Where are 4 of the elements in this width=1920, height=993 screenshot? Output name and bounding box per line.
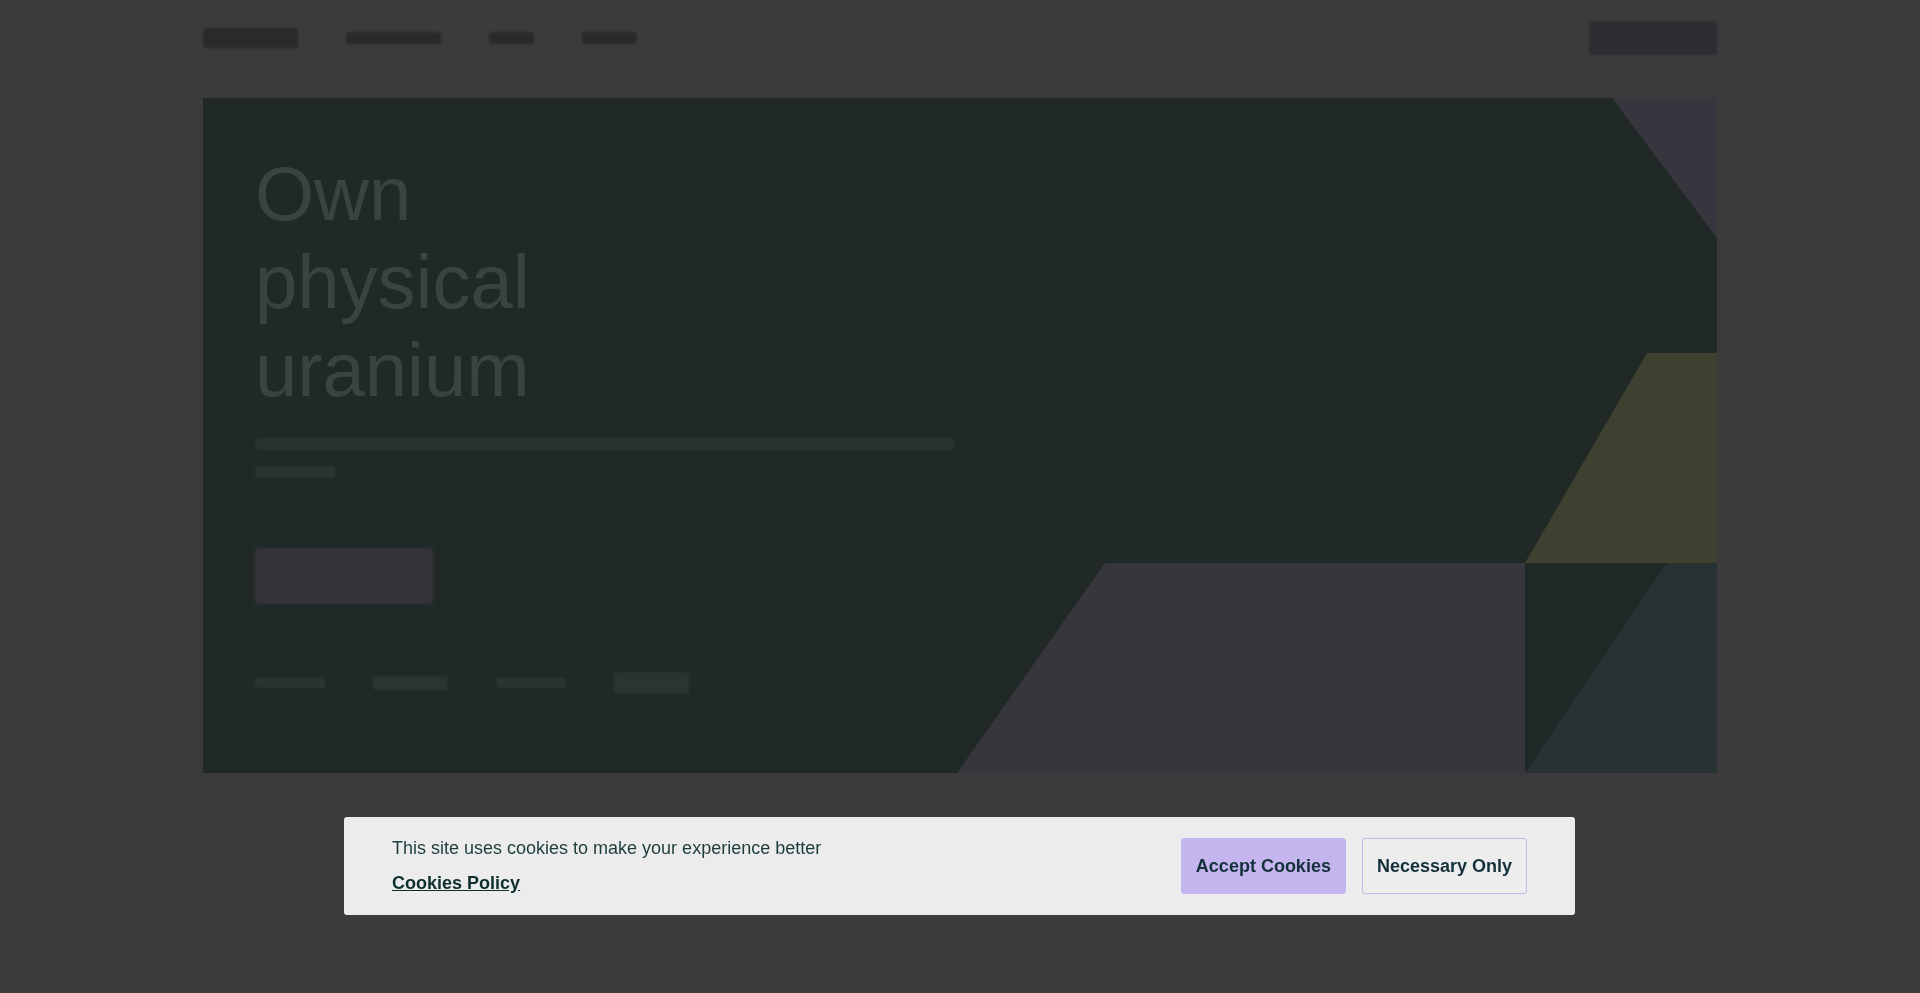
cookie-message: This site uses cookies to make your experience better [392, 837, 822, 860]
necessary-button[interactable]: Necessary Only [1361, 838, 1527, 894]
accept-button[interactable]: Accept Cookies [1180, 838, 1346, 894]
cookies-policy-link[interactable]: Cookies Policy [392, 870, 521, 897]
